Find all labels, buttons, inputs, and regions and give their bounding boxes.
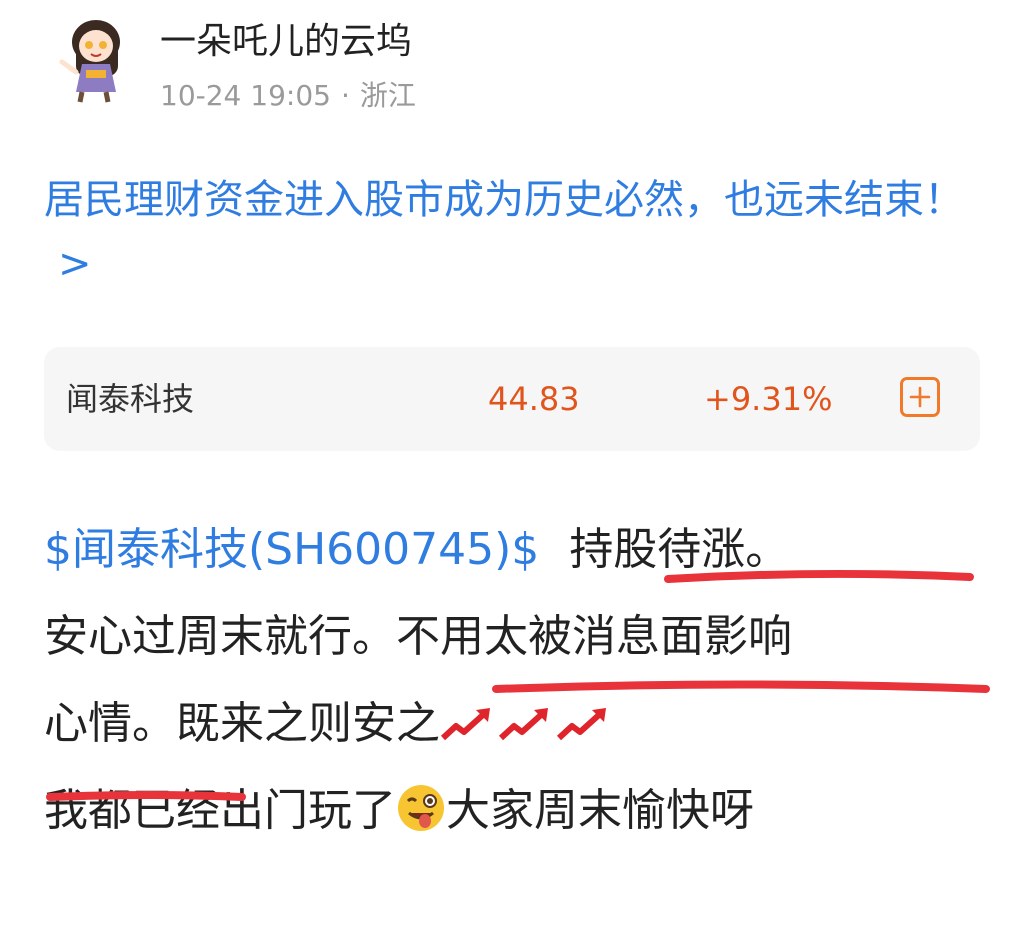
add-to-watchlist-button[interactable]: [900, 377, 940, 417]
stock-price: 44.83: [488, 380, 580, 418]
post-location: 浙江: [359, 79, 416, 112]
body-line-3: 心情。既来之则安之: [44, 680, 994, 767]
article-headline-link[interactable]: 居民理财资金进入股市成为历史必然，也远未结束！ >: [44, 168, 994, 296]
chart-increasing-icon: [498, 708, 548, 741]
chart-increasing-icon: [556, 708, 606, 741]
chevron-right-icon: >: [58, 241, 92, 287]
cartoon-girl-avatar-icon: [59, 20, 120, 103]
body-text-4a: 我都已经出门玩了: [44, 785, 396, 836]
post-meta: 10-24 19:05 · 浙江: [160, 78, 416, 114]
body-text-3: 心情。既来之则安之: [44, 698, 440, 749]
stock-name: 闻泰科技: [66, 380, 195, 418]
post-timestamp: 10-24 19:05: [160, 79, 331, 112]
plus-icon: [909, 386, 931, 408]
body-text-1: 持股待涨。: [569, 524, 790, 575]
stock-change: +9.31%: [704, 380, 833, 418]
body-text-4b: 大家周末愉快呀: [446, 785, 754, 836]
headline-text: 居民理财资金进入股市成为历史必然，也远未结束！: [44, 177, 964, 223]
stock-tag-link[interactable]: $闻泰科技(SH600745)$: [44, 524, 539, 575]
body-line-2: 安心过周末就行。不用太被消息面影响: [44, 611, 792, 662]
avatar[interactable]: [52, 16, 134, 104]
meta-separator: ·: [340, 79, 350, 112]
chart-increasing-icon: [440, 708, 490, 741]
chart-increasing-emoji-group: [440, 704, 610, 744]
winking-tongue-face-icon: [396, 775, 446, 862]
stock-quote-card[interactable]: 闻泰科技 44.83 +9.31%: [44, 347, 980, 451]
body-line-1: $闻泰科技(SH600745)$ 持股待涨。: [44, 506, 994, 593]
post-body: $闻泰科技(SH600745)$ 持股待涨。 安心过周末就行。不用太被消息面影响 …: [44, 506, 994, 862]
username[interactable]: 一朵吒儿的云坞: [160, 20, 412, 64]
body-line-4: 我都已经出门玩了 大家周末愉快呀: [44, 767, 994, 862]
